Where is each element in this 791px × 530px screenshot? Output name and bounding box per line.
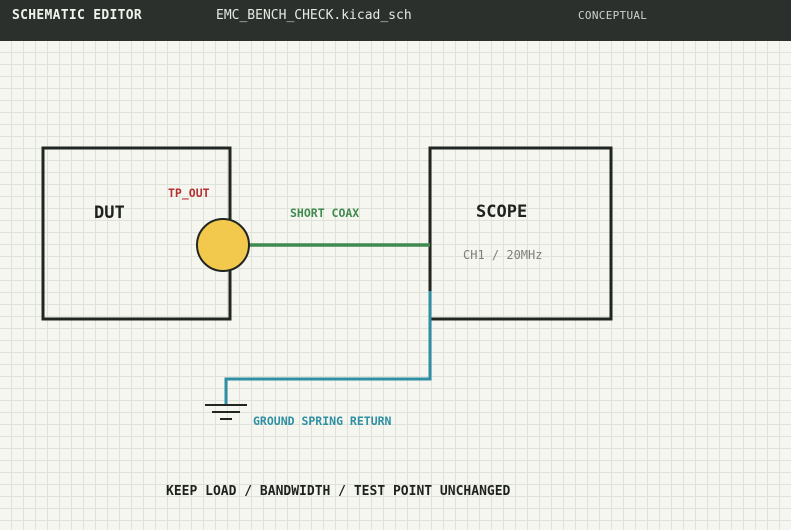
dut-label: DUT: [94, 203, 125, 223]
scope-block[interactable]: [428, 146, 613, 321]
test-point-label: TP_OUT: [168, 186, 210, 201]
schematic-note: KEEP LOAD / BANDWIDTH / TEST POINT UNCHA…: [166, 484, 511, 499]
test-point[interactable]: [196, 218, 250, 272]
schematic-drawing: DUT SCOPE CH1 / 20MHz SHORT COAX GROUND …: [41, 146, 613, 499]
ground-wire-label: GROUND SPRING RETURN: [253, 414, 392, 428]
scope-channel-label: CH1 / 20MHz: [463, 248, 542, 262]
ground-symbol-icon: [205, 404, 247, 420]
signal-wire-label: SHORT COAX: [290, 206, 359, 220]
ground-wire[interactable]: [224, 291, 432, 404]
scope-label: SCOPE: [476, 202, 527, 222]
